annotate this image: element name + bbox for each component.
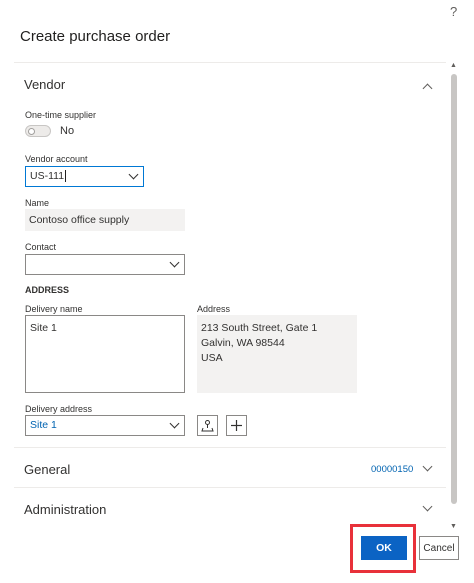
map-pin-button[interactable]: [197, 415, 218, 436]
one-time-supplier-toggle[interactable]: [25, 125, 51, 137]
map-pin-icon: [201, 420, 214, 432]
vertical-scrollbar[interactable]: ▲ ▼: [448, 62, 460, 530]
name-field: Contoso office supply: [25, 209, 185, 231]
address-line: 213 South Street, Gate 1: [201, 322, 318, 334]
scroll-down-icon[interactable]: ▼: [450, 523, 457, 530]
name-label: Name: [25, 198, 50, 208]
dialog-title: Create purchase order: [20, 28, 171, 45]
dialog-content: Vendor One-time supplier No Vendor accou…: [14, 62, 446, 530]
scroll-up-icon[interactable]: ▲: [450, 62, 457, 69]
address-line: USA: [201, 352, 223, 364]
plus-icon: [231, 420, 242, 431]
chevron-up-icon[interactable]: [422, 83, 433, 94]
ok-button[interactable]: OK: [361, 536, 407, 560]
chevron-down-icon[interactable]: [169, 418, 180, 429]
delivery-address-select[interactable]: Site 1: [25, 415, 185, 436]
vendor-account-label: Vendor account: [25, 154, 88, 164]
delivery-name-textarea[interactable]: Site 1: [25, 315, 185, 393]
administration-section-header[interactable]: Administration: [24, 502, 106, 517]
address-heading: ADDRESS: [25, 285, 70, 295]
chevron-down-icon[interactable]: [169, 257, 180, 268]
section-divider: [14, 447, 446, 448]
cancel-button[interactable]: Cancel: [419, 536, 459, 560]
address-line: Galvin, WA 98544: [201, 337, 285, 349]
contact-select[interactable]: [25, 254, 185, 275]
delivery-name-label: Delivery name: [25, 304, 83, 314]
help-icon[interactable]: ?: [450, 4, 457, 19]
delivery-address-label: Delivery address: [25, 404, 93, 414]
vendor-section-header[interactable]: Vendor: [24, 77, 65, 92]
address-box: 213 South Street, Gate 1 Galvin, WA 9854…: [197, 315, 357, 393]
add-button[interactable]: [226, 415, 247, 436]
text-caret: [65, 170, 67, 183]
section-divider: [14, 487, 446, 488]
chevron-down-icon[interactable]: [422, 461, 433, 472]
general-summary-value: 00000150: [371, 464, 414, 475]
one-time-supplier-value: No: [60, 125, 75, 137]
address-label: Address: [197, 304, 231, 314]
delivery-address-value: Site 1: [30, 419, 57, 431]
scroll-thumb[interactable]: [451, 74, 457, 504]
chevron-down-icon[interactable]: [422, 501, 433, 512]
toggle-knob: [28, 127, 35, 135]
contact-label: Contact: [25, 242, 57, 252]
chevron-down-icon[interactable]: [128, 169, 139, 180]
general-section-header[interactable]: General: [24, 462, 70, 477]
vendor-account-value: US-111: [30, 170, 65, 182]
one-time-supplier-label: One-time supplier: [25, 110, 97, 120]
vendor-account-input[interactable]: US-111: [25, 166, 144, 187]
